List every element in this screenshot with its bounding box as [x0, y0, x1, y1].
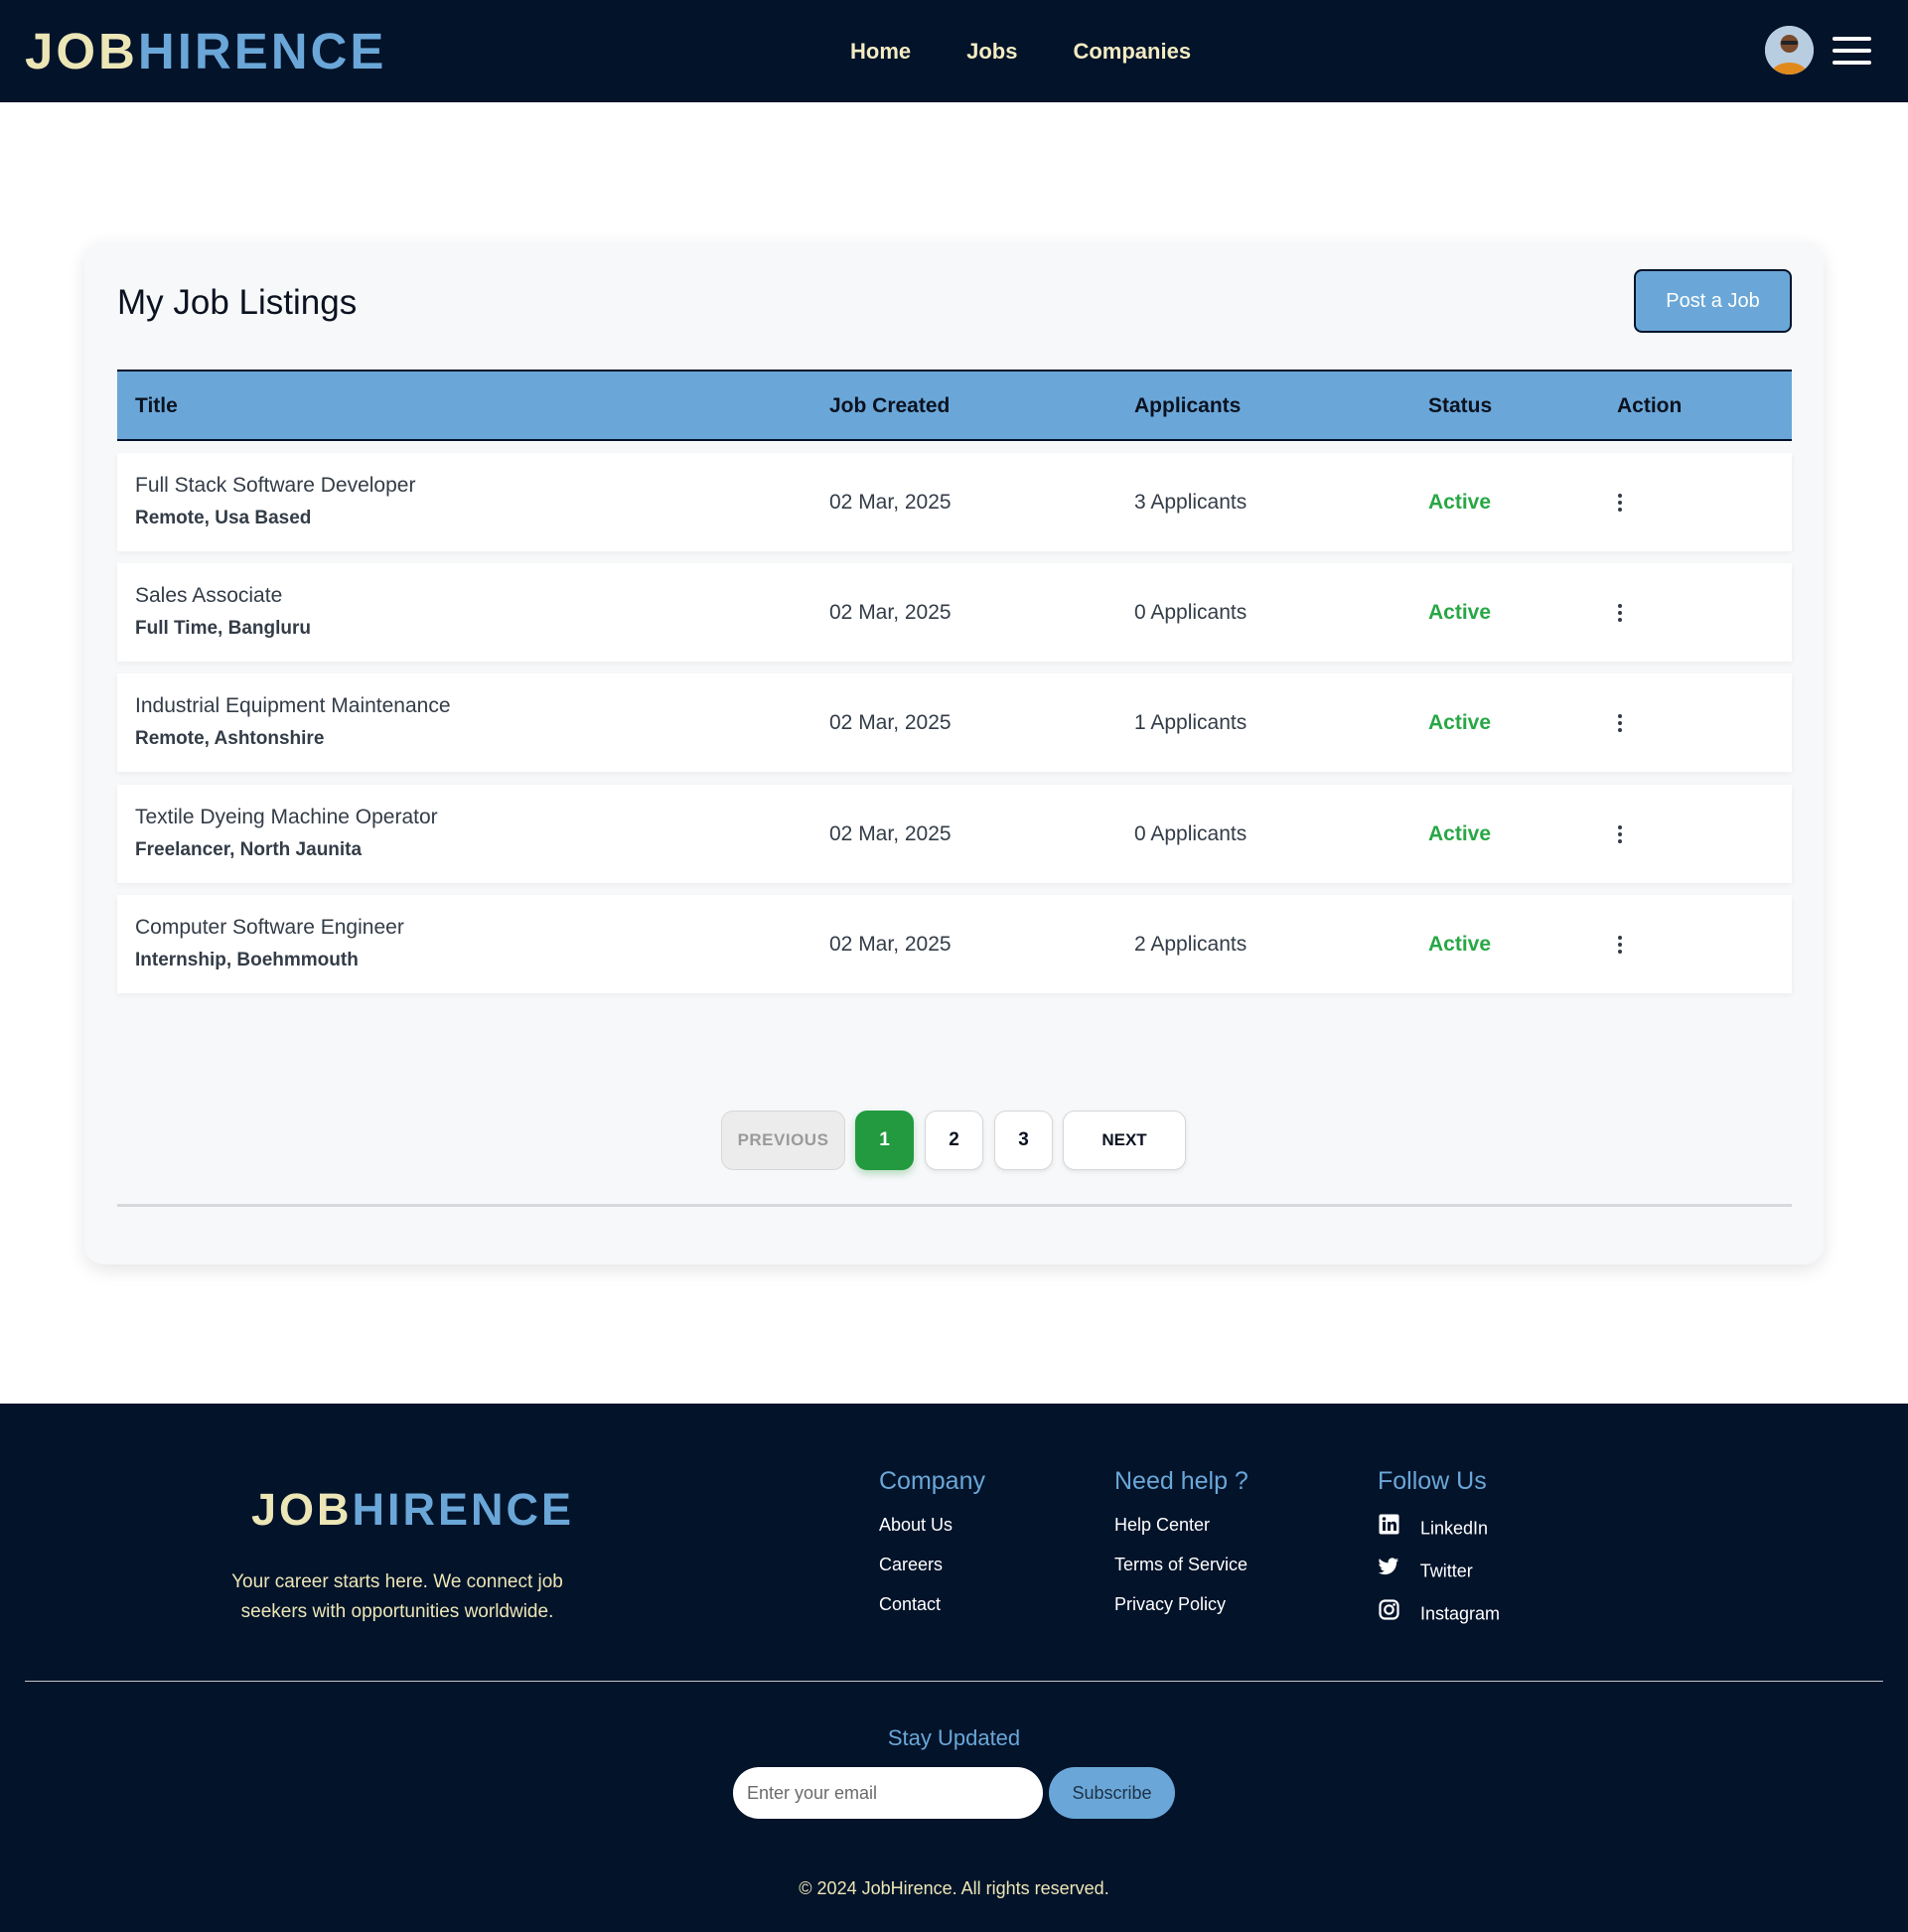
footer-link-terms[interactable]: Terms of Service [1114, 1553, 1248, 1576]
linkedin-label: LinkedIn [1420, 1518, 1489, 1539]
status-badge: Active [1428, 491, 1492, 514]
table-row[interactable]: Textile Dyeing Machine Operator Freelanc… [117, 785, 1792, 883]
pagination-page-2[interactable]: 2 [925, 1111, 983, 1170]
twitter-label: Twitter [1419, 1560, 1473, 1580]
footer-brand-part2: HIRENCE [352, 1484, 575, 1535]
applicants-count[interactable]: 1 Applicants [1134, 711, 1247, 735]
footer-help-column: Need help ? Help Center Terms of Service… [1114, 1465, 1248, 1632]
linkedin-icon [1378, 1513, 1399, 1535]
job-created-date: 02 Mar, 2025 [829, 601, 952, 624]
newsletter-heading: Stay Updated [887, 1725, 1021, 1750]
job-location: Full Time, Bangluru [135, 618, 311, 639]
footer-link-help-center[interactable]: Help Center [1114, 1513, 1248, 1537]
main-nav: Home Jobs Companies [850, 34, 1191, 70]
more-vertical-icon[interactable] [1610, 822, 1630, 846]
job-title: Sales Associate [135, 584, 283, 607]
footer-link-careers[interactable]: Careers [879, 1553, 985, 1576]
pagination-page-1[interactable]: 1 [855, 1111, 914, 1170]
footer-link-about-us[interactable]: About Us [879, 1513, 985, 1537]
footer-tagline: Your career starts here. We connect job … [231, 1571, 563, 1622]
applicants-count[interactable]: 0 Applicants [1134, 822, 1247, 846]
table-row[interactable]: Computer Software Engineer Internship, B… [117, 895, 1792, 993]
status-badge: Active [1428, 933, 1492, 956]
job-listings-card: My Job Listings Post a Job Title Job Cre… [84, 241, 1824, 1264]
avatar-image [1765, 26, 1814, 74]
pagination-next-button[interactable]: NEXT [1063, 1111, 1186, 1170]
instagram-icon [1378, 1598, 1399, 1620]
applicants-count[interactable]: 0 Applicants [1134, 601, 1247, 625]
brand-logo-part2: HIRENCE [137, 23, 387, 79]
table-row[interactable]: Sales Associate Full Time, Bangluru 02 M… [117, 563, 1792, 662]
user-avatar[interactable] [1765, 26, 1814, 74]
footer-follow-heading: Follow Us [1378, 1467, 1487, 1495]
footer-help-heading: Need help ? [1114, 1467, 1248, 1495]
column-action: Action [1617, 394, 1683, 417]
more-vertical-icon[interactable] [1610, 491, 1630, 515]
footer-link-contact[interactable]: Contact [879, 1592, 985, 1616]
job-location: Freelancer, North Jaunita [135, 839, 363, 860]
newsletter-email-input[interactable] [733, 1767, 1043, 1819]
footer-link-instagram[interactable]: Instagram [1378, 1598, 1500, 1626]
job-location: Remote, Usa Based [135, 508, 312, 528]
site-footer: JOBHIRENCE Your career starts here. We c… [0, 1404, 1908, 1932]
job-title: Computer Software Engineer [135, 916, 404, 939]
status-badge: Active [1428, 711, 1492, 734]
footer-company-column: Company About Us Careers Contact [879, 1465, 985, 1632]
nav-companies[interactable]: Companies [1073, 34, 1191, 70]
footer-link-privacy[interactable]: Privacy Policy [1114, 1592, 1248, 1616]
footer-link-linkedin[interactable]: LinkedIn [1378, 1513, 1500, 1541]
status-badge: Active [1428, 601, 1492, 624]
job-title: Industrial Equipment Maintenance [135, 694, 451, 717]
footer-brand-part1: JOB [251, 1484, 353, 1535]
column-job-created: Job Created [829, 394, 951, 417]
copyright-text: © 2024 JobHirence. All rights reserved. [799, 1878, 1109, 1898]
job-created-date: 02 Mar, 2025 [829, 491, 952, 514]
job-title: Full Stack Software Developer [135, 474, 416, 497]
applicants-count[interactable]: 2 Applicants [1134, 933, 1247, 957]
footer-follow-column: Follow Us LinkedIn Twitter Instagram [1378, 1465, 1500, 1642]
footer-divider [25, 1681, 1883, 1682]
table-row[interactable]: Industrial Equipment Maintenance Remote,… [117, 673, 1792, 772]
more-vertical-icon[interactable] [1610, 933, 1630, 957]
table-header: Title Job Created Applicants Status Acti… [117, 370, 1792, 441]
table-row[interactable]: Full Stack Software Developer Remote, Us… [117, 453, 1792, 551]
more-vertical-icon[interactable] [1610, 711, 1630, 735]
job-created-date: 02 Mar, 2025 [829, 933, 952, 956]
subscribe-button[interactable]: Subscribe [1049, 1767, 1175, 1819]
twitter-icon [1378, 1557, 1399, 1578]
more-vertical-icon[interactable] [1610, 601, 1630, 625]
applicants-count[interactable]: 3 Applicants [1134, 491, 1247, 515]
post-job-button[interactable]: Post a Job [1634, 269, 1792, 333]
pagination-previous-button[interactable]: PREVIOUS [721, 1111, 845, 1170]
column-applicants: Applicants [1134, 394, 1242, 417]
card-divider [117, 1204, 1792, 1207]
brand-logo[interactable]: JOBHIRENCE [25, 22, 386, 81]
column-title: Title [135, 394, 178, 417]
page-title: My Job Listings [117, 283, 358, 322]
job-created-date: 02 Mar, 2025 [829, 822, 952, 845]
pagination-page-3[interactable]: 3 [994, 1111, 1053, 1170]
status-badge: Active [1428, 822, 1492, 845]
job-location: Internship, Boehmmouth [135, 950, 359, 970]
instagram-label: Instagram [1420, 1603, 1501, 1624]
hamburger-menu-icon[interactable] [1833, 37, 1871, 67]
nav-jobs[interactable]: Jobs [966, 34, 1017, 70]
job-created-date: 02 Mar, 2025 [829, 711, 952, 734]
footer-brand-logo[interactable]: JOBHIRENCE [251, 1483, 574, 1537]
nav-home[interactable]: Home [850, 34, 911, 70]
job-title: Textile Dyeing Machine Operator [135, 806, 438, 828]
job-location: Remote, Ashtonshire [135, 728, 325, 749]
footer-company-heading: Company [879, 1467, 985, 1495]
top-navbar: JOBHIRENCE Home Jobs Companies [0, 0, 1908, 102]
footer-link-twitter[interactable]: Twitter [1378, 1557, 1500, 1583]
brand-logo-part1: JOB [25, 23, 138, 79]
column-status: Status [1428, 394, 1493, 417]
